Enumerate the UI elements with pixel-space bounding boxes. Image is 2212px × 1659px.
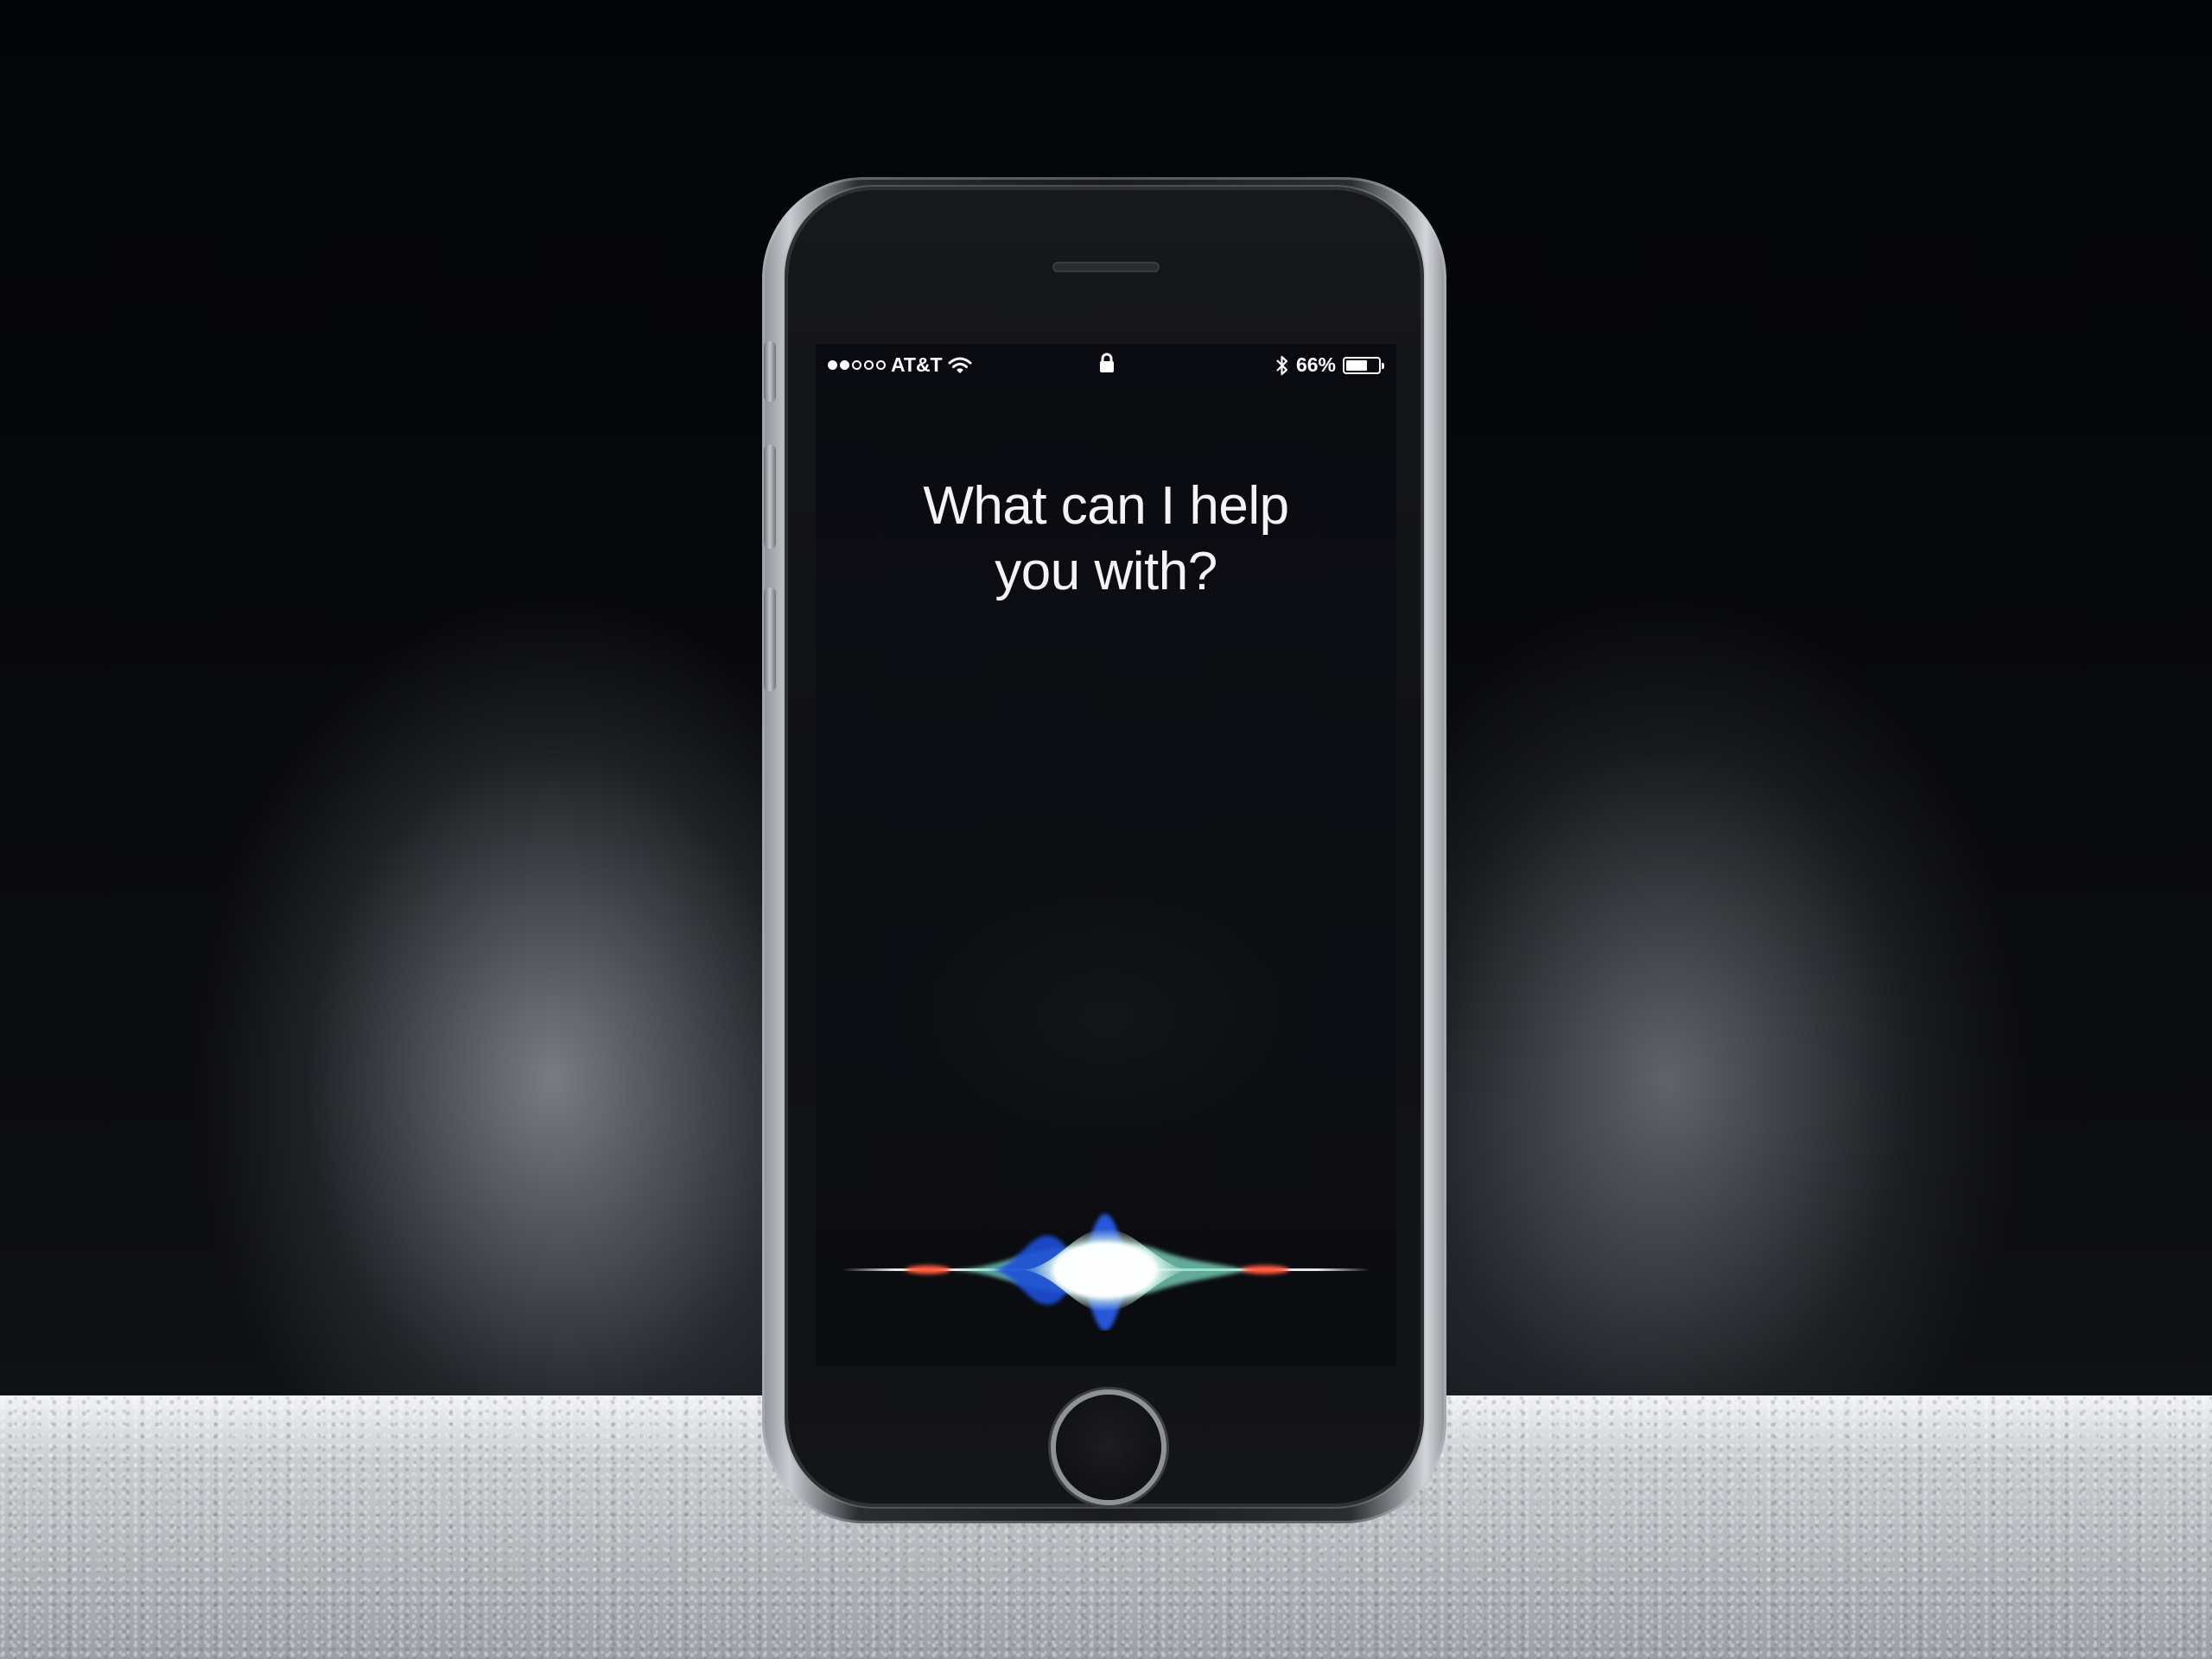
signal-dots-icon [828,360,886,370]
battery-percent: 66% [1295,353,1336,376]
siri-prompt-line-2: you with? [995,542,1217,601]
status-bar: AT&T 66% [816,344,1396,387]
waveform-core-highlight [1053,1243,1157,1298]
siri-prompt: What can I help you with? [847,474,1365,605]
bluetooth-icon [1276,355,1288,375]
status-right: 66% [1275,353,1384,377]
phone-screen[interactable]: AT&T 66% What can I help you with? [816,344,1396,1366]
signal-dot [840,360,849,370]
battery-icon [1343,356,1384,374]
waveform-red-right [1241,1265,1289,1274]
home-button[interactable] [1056,1395,1161,1500]
siri-prompt-line-1: What can I help [923,476,1289,536]
volume-up-button [764,445,776,549]
signal-dot [864,360,874,370]
earpiece-speaker [1052,262,1160,272]
photo-scene: AT&T 66% What can I help you with? [0,0,2212,1659]
status-left: AT&T [828,353,972,377]
carrier-name: AT&T [891,353,943,376]
mute-switch [764,341,776,402]
signal-dot [852,360,861,370]
signal-dot [876,360,886,370]
wifi-icon [948,357,972,373]
lock-icon [1100,353,1114,372]
volume-down-button [764,588,776,691]
signal-dot [828,360,837,370]
waveform-red-left [906,1265,950,1274]
siri-waveform[interactable] [816,1210,1396,1331]
status-center [1099,353,1115,378]
battery-level-fill [1346,359,1367,371]
